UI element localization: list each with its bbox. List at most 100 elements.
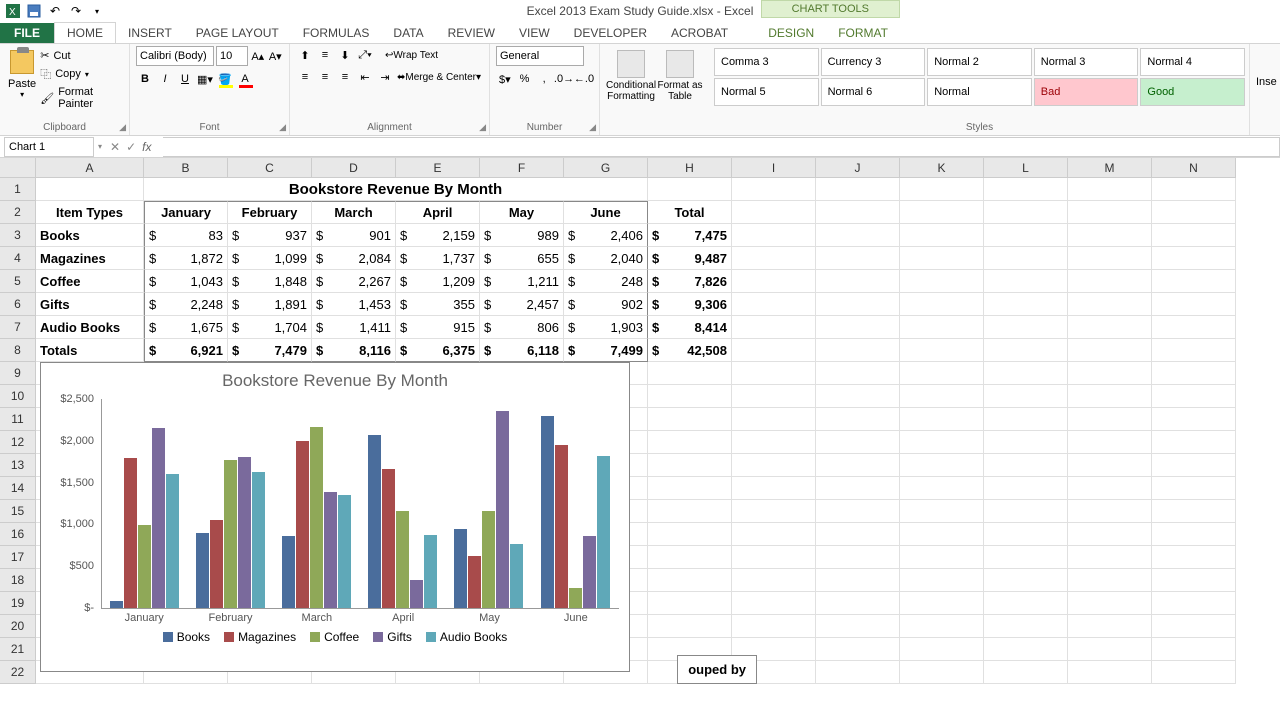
cell[interactable] (1152, 546, 1236, 569)
number-dialog-launcher[interactable]: ◢ (589, 122, 596, 133)
cell[interactable]: $1,211 (480, 270, 564, 293)
row-header-22[interactable]: 22 (0, 661, 36, 684)
tab-acrobat[interactable]: ACROBAT (659, 23, 740, 43)
cell-style-normal-6[interactable]: Normal 6 (821, 78, 926, 106)
cell[interactable] (816, 615, 900, 638)
row-header-1[interactable]: 1 (0, 178, 36, 201)
cell[interactable] (900, 316, 984, 339)
cut-button[interactable]: ✂Cut (38, 48, 123, 63)
cell[interactable] (1152, 454, 1236, 477)
cell[interactable] (648, 569, 732, 592)
cell[interactable] (1152, 592, 1236, 615)
column-header-J[interactable]: J (816, 158, 900, 178)
cell[interactable] (900, 178, 984, 201)
cell[interactable]: $915 (396, 316, 480, 339)
cell[interactable] (648, 477, 732, 500)
cell[interactable] (1152, 293, 1236, 316)
cell[interactable] (1068, 247, 1152, 270)
cell[interactable] (1068, 362, 1152, 385)
cell[interactable]: $2,406 (564, 224, 648, 247)
bar[interactable] (396, 511, 409, 608)
cell[interactable] (816, 638, 900, 661)
align-left-button[interactable]: ≡ (296, 68, 314, 86)
cell[interactable] (816, 224, 900, 247)
cell[interactable]: $1,848 (228, 270, 312, 293)
cell[interactable] (1068, 477, 1152, 500)
legend-item[interactable]: Coffee (310, 630, 359, 644)
cell[interactable] (732, 316, 816, 339)
cell-style-good[interactable]: Good (1140, 78, 1245, 106)
cell[interactable] (816, 316, 900, 339)
cell[interactable]: $1,453 (312, 293, 396, 316)
bar[interactable] (569, 588, 582, 608)
cell[interactable] (1068, 316, 1152, 339)
conditional-formatting-button[interactable]: Conditional Formatting (606, 46, 656, 133)
font-size-input[interactable] (216, 46, 248, 66)
tab-design[interactable]: DESIGN (756, 23, 826, 43)
cell[interactable] (984, 431, 1068, 454)
cell[interactable] (984, 592, 1068, 615)
cell[interactable] (984, 316, 1068, 339)
cell[interactable]: $8,414 (648, 316, 732, 339)
cell[interactable] (1068, 661, 1152, 684)
row-header-4[interactable]: 4 (0, 247, 36, 270)
cell[interactable]: $902 (564, 293, 648, 316)
cell-style-normal-5[interactable]: Normal 5 (714, 78, 819, 106)
column-header-N[interactable]: N (1152, 158, 1236, 178)
cell[interactable]: $6,375 (396, 339, 480, 362)
cell[interactable] (816, 201, 900, 224)
cell[interactable] (732, 224, 816, 247)
cell[interactable] (984, 339, 1068, 362)
cell[interactable] (984, 247, 1068, 270)
clipboard-dialog-launcher[interactable]: ◢ (119, 122, 126, 133)
cell[interactable] (1068, 615, 1152, 638)
cell[interactable]: Coffee (36, 270, 144, 293)
cell[interactable]: $1,903 (564, 316, 648, 339)
cell[interactable] (732, 546, 816, 569)
cell[interactable] (732, 431, 816, 454)
cell[interactable] (648, 408, 732, 431)
cell[interactable]: $1,675 (144, 316, 228, 339)
cell[interactable]: $1,099 (228, 247, 312, 270)
cell[interactable]: $7,499 (564, 339, 648, 362)
bar[interactable] (555, 445, 568, 608)
bar[interactable] (110, 601, 123, 608)
cell[interactable] (1068, 523, 1152, 546)
bar[interactable] (510, 544, 523, 608)
row-header-12[interactable]: 12 (0, 431, 36, 454)
cell[interactable] (984, 293, 1068, 316)
cell[interactable] (732, 339, 816, 362)
cell[interactable] (816, 293, 900, 316)
cell[interactable]: Gifts (36, 293, 144, 316)
cell[interactable] (1152, 247, 1236, 270)
fx-icon[interactable]: fx (142, 140, 151, 154)
row-header-5[interactable]: 5 (0, 270, 36, 293)
cell[interactable] (900, 638, 984, 661)
chart-plot-area[interactable]: $-$500$1,000$1,500$2,000$2,500 (101, 399, 619, 609)
cell[interactable]: Totals (36, 339, 144, 362)
worksheet-grid[interactable]: ABCDEFGHIJKLMN 1Bookstore Revenue By Mon… (0, 158, 1280, 684)
table-title[interactable]: Bookstore Revenue By Month (144, 178, 648, 201)
border-button[interactable]: ▦▾ (196, 70, 214, 88)
cell[interactable] (900, 477, 984, 500)
cell[interactable]: $9,306 (648, 293, 732, 316)
cell[interactable] (648, 362, 732, 385)
cell[interactable] (984, 270, 1068, 293)
cell[interactable]: February (228, 201, 312, 224)
accounting-format-button[interactable]: $▾ (496, 70, 514, 88)
cell[interactable]: $1,209 (396, 270, 480, 293)
cell[interactable] (1152, 569, 1236, 592)
cell[interactable] (816, 339, 900, 362)
cell[interactable] (984, 362, 1068, 385)
cell[interactable] (648, 592, 732, 615)
cell[interactable] (732, 454, 816, 477)
alignment-dialog-launcher[interactable]: ◢ (479, 122, 486, 133)
bar[interactable] (382, 469, 395, 608)
align-top-button[interactable]: ⬆ (296, 46, 314, 64)
cell[interactable] (900, 592, 984, 615)
bar[interactable] (424, 535, 437, 608)
row-header-6[interactable]: 6 (0, 293, 36, 316)
cell[interactable]: $2,457 (480, 293, 564, 316)
cell[interactable] (1068, 569, 1152, 592)
bar[interactable] (454, 529, 467, 608)
